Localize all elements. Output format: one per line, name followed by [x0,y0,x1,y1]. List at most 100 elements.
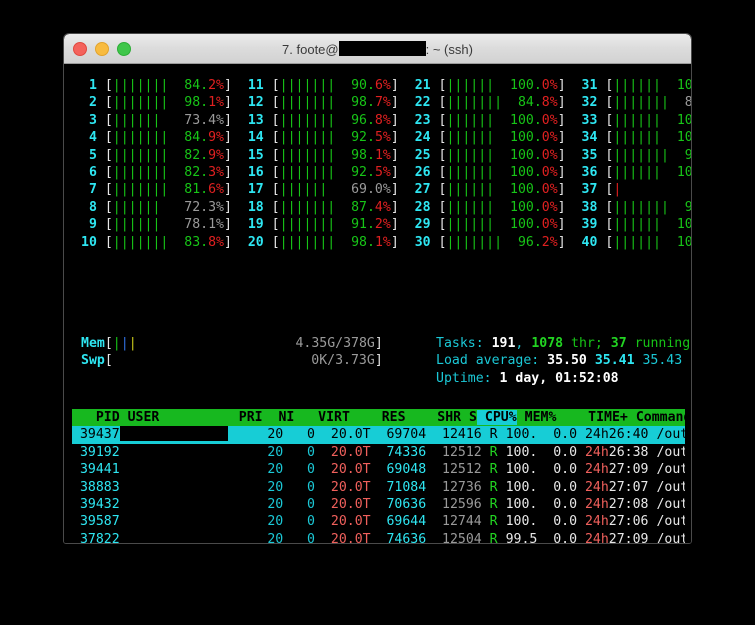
cpu-meter-index: 40 [581,234,598,250]
cell-virt: 20.0T [315,479,371,495]
cpu-bar-green: |||||| [112,112,161,128]
col-header-ni[interactable]: NI [263,410,294,425]
cpu-meter-index: 31 [581,78,598,93]
cpu-percent-sign: % [382,95,391,111]
cpu-percent-value: 98. [184,95,209,111]
zoom-button[interactable] [117,41,131,56]
minimize-button[interactable] [95,41,109,56]
cpu-meter-index: 18 [247,199,264,215]
table-row[interactable]: 39587 20 0 20.0T 69644 12744 R 100. 0.0 … [72,513,685,530]
cpu-meter-index: 8 [81,199,97,215]
cell-res: 74336 [370,444,427,460]
cpu-bracket-close: ] [557,199,566,215]
uptime-value: 1 day, 01:52:08 [499,370,619,386]
col-header-virt[interactable]: VIRT [294,410,350,425]
cpu-bracket-close: ] [390,95,399,111]
terminal-window: 7. foote@: ~ (ssh) 1 [||||||| 84.2%] 11 … [63,33,692,544]
mem-meter-bracket-close: ] [374,336,383,351]
cpu-bracket-close: ] [224,78,232,93]
cpu-bar-green: |||||| [613,130,661,146]
cpu-percent-value: 82. [184,147,209,163]
table-row[interactable]: 39441 20 0 20.0T 69048 12512 R 100. 0.0 … [72,461,685,478]
cell-res: 74636 [370,531,427,544]
cpu-bar-green: |||||| [446,147,495,163]
close-button[interactable] [73,41,87,56]
cpu-bar-green: ||||||| [112,182,169,198]
cpu-percent-value: 96. [351,112,375,128]
cell-time-rest: 27:09 [608,531,649,544]
cpu-percent-value: 84. [184,78,209,93]
cell-pid: 38883 [72,479,120,495]
window-title: 7. foote@: ~ (ssh) [64,40,691,57]
process-table[interactable]: PID USER PRI NI VIRT RES SHR S CPU% MEM%… [72,409,685,544]
col-header-time[interactable]: TIME+ [556,410,628,425]
cpu-percent-value: 100. [510,147,542,163]
table-row[interactable]: 39432 20 0 20.0T 70636 12596 R 100. 0.0 … [72,495,685,513]
cpu-percent-sign: % [216,95,224,111]
cpu-percent-sign: % [382,78,391,93]
col-header-command[interactable]: Command [636,410,685,425]
cpu-percent-value: 69.0 [351,182,383,198]
cpu-bracket-close: ] [224,182,232,198]
cpu-bar-green: |||||| [279,182,328,198]
cpu-bracket-close: ] [390,78,399,93]
cpu-percent-sign: % [216,217,224,233]
cpu-bar-green: ||||||| [112,95,169,111]
cell-res: 69644 [370,514,427,530]
cpu-bracket-close: ] [223,217,232,233]
table-row[interactable]: 39437 20 0 20.0T 69704 12416 R 100. 0.0 … [72,426,685,444]
user-redacted [119,513,228,529]
cpu-meter-index: 28 [414,199,431,215]
cell-mem: 0.0 [537,531,578,544]
user-redacted [119,443,228,459]
col-header-pid[interactable]: PID [80,410,120,425]
cell-state: R [481,531,498,544]
cpu-meter-index: 12 [247,95,264,111]
cpu-meter-row: 1 [||||||| 84.2%] 11 [||||||| 90.6%] 21 … [81,78,691,93]
cpu-bracket-open: [ [104,95,113,111]
window-titlebar[interactable]: 7. foote@: ~ (ssh) [64,34,691,64]
table-row[interactable]: 39192 20 0 20.0T 74336 12512 R 100. 0.0 … [72,443,685,461]
col-header-res[interactable]: RES [350,410,406,425]
mem-bar-yellow: | [128,336,137,351]
cpu-bracket-open: [ [104,199,113,215]
table-row[interactable]: 37822 20 0 20.0T 74636 12504 R 99.5 0.0 … [72,530,685,544]
mem-meter-value: 4.35G/378G [295,336,375,351]
cell-time-rest: 27:06 [608,514,649,530]
cpu-bar-green: ||||||| [613,95,669,111]
col-header-user[interactable]: USER [128,410,231,425]
cpu-bracket-close: ] [557,147,566,163]
cpu-meter-index: 30 [414,234,431,250]
cell-res: 69048 [370,462,427,478]
swap-meter-label: Swp [81,353,105,369]
swap-meter-value: 0K/3.73G [311,353,375,369]
terminal-screen[interactable]: 1 [||||||| 84.2%] 11 [||||||| 90.6%] 21 … [64,64,691,544]
col-header-shr[interactable]: SHR [406,410,461,425]
cpu-percent-value: 100. [510,199,542,215]
cpu-bar-red: | [613,182,622,198]
col-header-state[interactable]: S [461,410,477,425]
process-table-body[interactable]: 39437 20 0 20.0T 69704 12416 R 100. 0.0 … [72,426,685,544]
cpu-percent-value: 100. [510,78,542,93]
col-header-cpu[interactable]: CPU% [476,410,517,425]
cell-pri: 20 [251,462,284,478]
cpu-percent-value: 100. [676,130,691,146]
mem-meter-row: Mem[||| 4.35G/378G] [81,336,383,351]
col-header-pri[interactable]: PRI [231,410,263,425]
col-header-mem[interactable]: MEM% [517,410,557,425]
cpu-percent-value: 100. [510,165,542,181]
cpu-bracket-open: [ [271,130,280,146]
cpu-meter-index: 20 [247,234,264,250]
cpu-percent-sign: % [549,112,558,128]
cpu-bracket-open: [ [271,112,280,128]
cpu-percent-value: 100. [676,112,691,128]
cpu-percent-value: 84. [517,95,542,111]
cpu-bracket-close: ] [557,130,566,146]
cpu-bar-green: |||||| [446,112,495,128]
process-table-header[interactable]: PID USER PRI NI VIRT RES SHR S CPU% MEM%… [72,409,685,427]
cell-mem: 0.0 [537,496,578,512]
window-title-prefix: 7. foote@ [282,41,339,57]
table-row[interactable]: 38883 20 0 20.0T 71084 12736 R 100. 0.0 … [72,478,685,496]
cpu-meter-index: 24 [414,130,431,146]
cell-virt: 20.0T [315,531,371,544]
